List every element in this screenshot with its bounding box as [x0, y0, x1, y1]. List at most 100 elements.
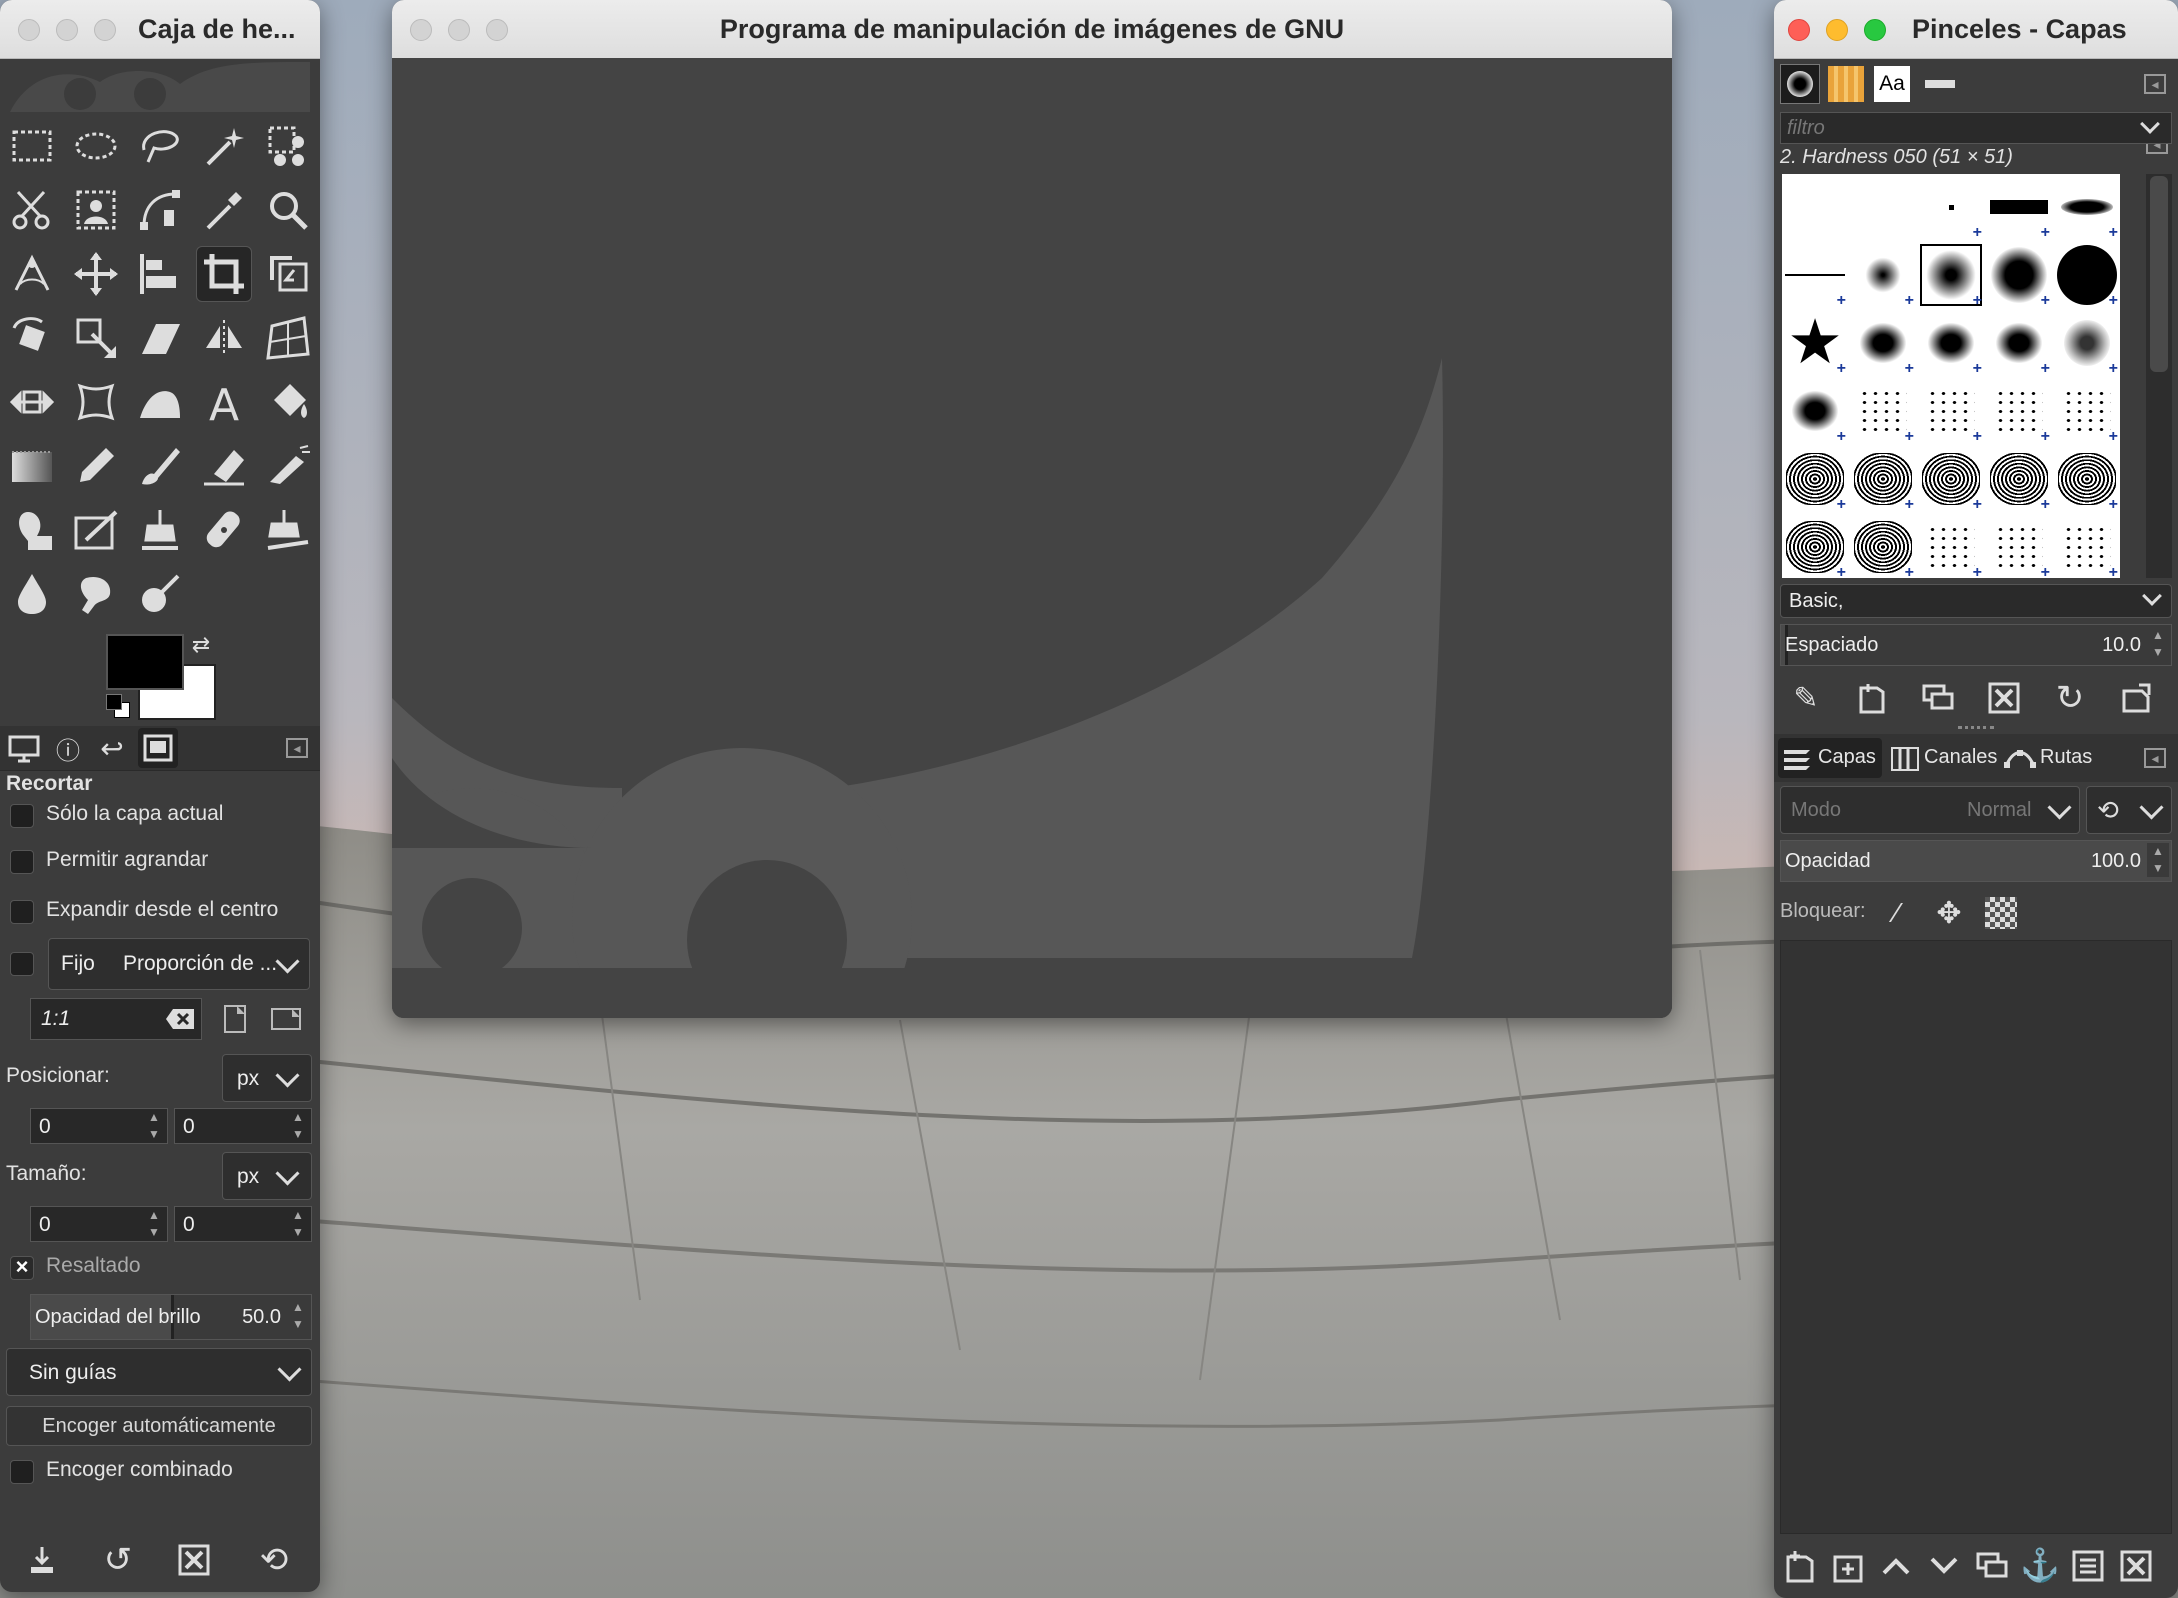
brush-preview-soft-big[interactable]: +: [1986, 242, 2052, 309]
brush-preview-texture[interactable]: +: [1782, 446, 1848, 513]
lower-layer-icon[interactable]: [1924, 1546, 1964, 1586]
tool-options-tab-icon[interactable]: [4, 730, 44, 766]
ratio-input[interactable]: 1:1: [30, 998, 202, 1040]
patterns-tab-icon[interactable]: [1828, 66, 1864, 102]
tool-ink-button[interactable]: [4, 502, 60, 558]
swap-colors-icon[interactable]: ⇄: [188, 632, 214, 658]
undo-history-tab-icon[interactable]: ↩: [92, 730, 132, 766]
allow-growing-checkbox[interactable]: [10, 850, 34, 874]
tool-heal-button[interactable]: [196, 502, 252, 558]
brush-grid-scrollbar[interactable]: [2146, 174, 2172, 578]
tool-handle-button[interactable]: [132, 374, 188, 430]
brush-preview-ellipse[interactable]: +: [2054, 174, 2120, 241]
delete-layer-icon[interactable]: [2116, 1546, 2156, 1586]
tab-menu-icon[interactable]: ◂: [2144, 748, 2166, 768]
tool-clone-button[interactable]: [132, 502, 188, 558]
tool-warp-button[interactable]: [4, 374, 60, 430]
brush-preview-speck[interactable]: +: [2054, 378, 2120, 445]
tool-flip-button[interactable]: [196, 310, 252, 366]
brush-preview-line[interactable]: +: [1782, 242, 1848, 309]
images-tab-icon[interactable]: [138, 728, 178, 768]
spacing-spinner[interactable]: ▲ ▼: [2147, 627, 2169, 661]
highlight-opacity-slider[interactable]: Opacidad del brillo 50.0 ▲ ▼: [30, 1294, 312, 1340]
brush-preview-texture[interactable]: +: [1986, 446, 2052, 513]
brush-filter-input[interactable]: filtro: [1780, 112, 2172, 144]
brush-preview-dot[interactable]: +: [1918, 174, 1984, 241]
tool-move-button[interactable]: [68, 246, 124, 302]
clear-field-icon[interactable]: [165, 1007, 195, 1031]
brush-preview-speck[interactable]: +: [1986, 378, 2052, 445]
channels-tab[interactable]: Canales: [1886, 738, 1997, 778]
brush-preview-texture[interactable]: +: [1918, 446, 1984, 513]
brush-preview-splat[interactable]: +: [1918, 310, 1984, 377]
position-x-input[interactable]: 0 ▲ ▼: [30, 1108, 168, 1144]
tool-fuzzy-select-button[interactable]: [196, 118, 252, 174]
new-layer-icon[interactable]: [1780, 1546, 1820, 1586]
tool-color-picker-button[interactable]: [196, 182, 252, 238]
tool-zoom-button[interactable]: [260, 182, 316, 238]
tool-foreground-select-button[interactable]: [68, 182, 124, 238]
brush-preview-texture[interactable]: +: [1782, 514, 1848, 578]
spacing-slider[interactable]: Espaciado 10.0 ▲ ▼: [1780, 624, 2172, 666]
highlight-opacity-spinner[interactable]: ▲ ▼: [287, 1299, 309, 1333]
foreground-color-swatch[interactable]: [106, 634, 184, 690]
highlight-checkbox[interactable]: ×: [10, 1254, 34, 1280]
brush-preview-texture[interactable]: +: [1850, 514, 1916, 578]
expand-center-checkbox[interactable]: [10, 900, 34, 924]
brush-preview-star[interactable]: ★ +: [1782, 310, 1848, 378]
brush-preview-soft-sel[interactable]: +: [1918, 242, 1984, 309]
duplicate-brush-icon[interactable]: [1920, 680, 1956, 716]
lock-pixels-icon[interactable]: ⁄: [1878, 894, 1916, 932]
guides-combo[interactable]: Sin guías: [6, 1348, 312, 1396]
tool-paintbrush-button[interactable]: [132, 438, 188, 494]
merge-layer-icon[interactable]: [2068, 1546, 2108, 1586]
position-x-spinner[interactable]: ▲ ▼: [143, 1109, 165, 1143]
brush-preview-empty[interactable]: [1850, 174, 1916, 240]
tool-ellipse-select-button[interactable]: [68, 118, 124, 174]
tool-free-select-button[interactable]: [132, 118, 188, 174]
delete-brush-icon[interactable]: [1986, 680, 2022, 716]
landscape-icon[interactable]: [268, 1002, 304, 1036]
raise-layer-icon[interactable]: [1876, 1546, 1916, 1586]
only-current-layer-checkbox[interactable]: [10, 804, 34, 828]
position-unit-combo[interactable]: px: [222, 1054, 312, 1102]
size-width-input[interactable]: 0 ▲ ▼: [30, 1206, 168, 1242]
size-width-spinner[interactable]: ▲ ▼: [143, 1207, 165, 1241]
duplicate-layer-icon[interactable]: [1972, 1546, 2012, 1586]
layers-list[interactable]: [1780, 940, 2172, 1534]
tool-select-by-color-button[interactable]: [260, 118, 316, 174]
tool-text-button[interactable]: A: [196, 374, 252, 430]
tool-eraser-button[interactable]: [196, 438, 252, 494]
empty-canvas-area[interactable]: [392, 58, 1672, 1018]
anchor-layer-icon[interactable]: ⚓: [2020, 1544, 2060, 1586]
tool-crop-button[interactable]: [196, 246, 252, 302]
minimize-button[interactable]: [56, 19, 78, 41]
tool-paths-button[interactable]: [132, 182, 188, 238]
fonts-tab[interactable]: Aa: [1874, 66, 1910, 102]
lock-position-icon[interactable]: ✥: [1930, 894, 1968, 932]
new-layer-group-icon[interactable]: [1828, 1546, 1868, 1586]
layers-tab[interactable]: Capas: [1778, 738, 1882, 778]
size-height-input[interactable]: 0 ▲ ▼: [174, 1206, 312, 1242]
minimize-button[interactable]: [1826, 19, 1848, 41]
tool-scale-button[interactable]: [68, 310, 124, 366]
scrollbar-thumb[interactable]: [2150, 176, 2168, 372]
tool-unified-transform-button[interactable]: [260, 246, 316, 302]
brush-preview-speck[interactable]: +: [1918, 378, 1984, 445]
autoshrink-button[interactable]: Encoger automáticamente: [6, 1406, 312, 1446]
tab-menu-icon[interactable]: ◂: [286, 738, 308, 758]
tool-measure-button[interactable]: [4, 246, 60, 302]
zoom-button[interactable]: [94, 19, 116, 41]
fixed-checkbox[interactable]: [10, 952, 34, 976]
tool-cage-button[interactable]: [68, 374, 124, 430]
size-height-spinner[interactable]: ▲ ▼: [287, 1207, 309, 1241]
dynamics-tab-icon[interactable]: [1920, 66, 1960, 102]
tool-mypaint-button[interactable]: [68, 502, 124, 558]
tool-gradient-button[interactable]: [4, 438, 60, 494]
layer-mode-combo[interactable]: Modo Normal: [1780, 786, 2080, 834]
open-brush-as-image-icon[interactable]: [2118, 680, 2154, 716]
brush-preview-soft-small[interactable]: +: [1850, 242, 1916, 309]
tool-bucket-fill-button[interactable]: [260, 374, 316, 430]
position-y-input[interactable]: 0 ▲ ▼: [174, 1108, 312, 1144]
brush-preview-empty[interactable]: [1782, 174, 1848, 240]
